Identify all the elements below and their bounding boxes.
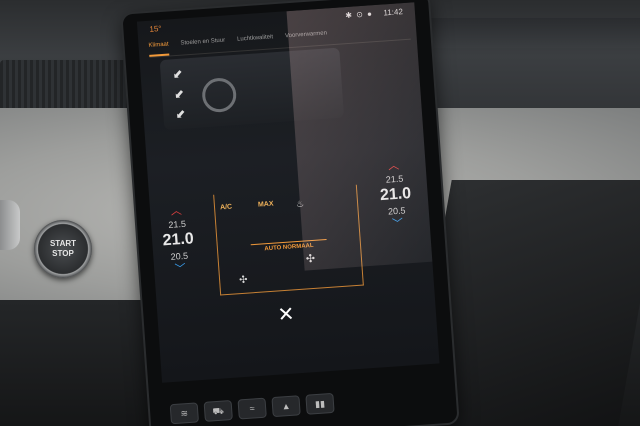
tab-voorverwarmen[interactable]: Voorverwarmen xyxy=(285,30,328,47)
cabin-airflow-view: ⬋ ⬋ ⬋ xyxy=(159,47,345,131)
ac-button[interactable]: A/C xyxy=(220,203,233,211)
steering-wheel-icon xyxy=(201,76,238,114)
stop-label: STOP xyxy=(52,249,74,258)
hazard-icon[interactable]: ▲ xyxy=(271,395,301,418)
tab-klimaat[interactable]: Klimaat xyxy=(148,41,170,57)
steering-column-stalk xyxy=(0,200,20,250)
media-icon[interactable]: ▮▮ xyxy=(305,392,335,415)
clock: 11:42 xyxy=(383,7,404,18)
max-defrost-button[interactable]: MAX xyxy=(258,201,274,209)
status-icons: ✱ ⊙ ● xyxy=(344,9,374,21)
climate-controls: A/C MAX ♨ AUTO NORMAAL ✣ ✣ xyxy=(188,167,366,299)
car-icon[interactable]: ⛟ xyxy=(203,399,233,422)
close-icon[interactable]: ✕ xyxy=(277,301,295,327)
airflow-feet-icon[interactable]: ⬋ xyxy=(175,106,190,122)
airflow-body-icon[interactable]: ⬋ xyxy=(174,86,189,102)
fan-speed-icon[interactable]: ✣ xyxy=(239,275,248,287)
rear-defrost-icon[interactable]: ≋ xyxy=(169,402,199,425)
outside-temperature: 15° xyxy=(149,23,162,34)
car-interior-photo: START STOP 15° ✱ ⊙ ● 11:42 Klimaat Stoel… xyxy=(0,0,640,426)
airflow-face-icon[interactable]: ⬋ xyxy=(172,66,187,82)
hardware-buttons: ≋ ⛟ ≈ ▲ ▮▮ xyxy=(169,376,441,426)
tab-luchtkwaliteit[interactable]: Luchtkwaliteit xyxy=(237,34,274,50)
front-defrost-icon[interactable]: ≈ xyxy=(237,397,267,420)
climate-frame xyxy=(213,184,364,296)
infotainment-display: 15° ✱ ⊙ ● 11:42 Klimaat Stoelen en Stuur… xyxy=(122,0,458,426)
fan-icon[interactable]: ✣ xyxy=(305,252,315,266)
air-vent-left xyxy=(0,60,140,112)
tab-stoelen-en-stuur[interactable]: Stoelen en Stuur xyxy=(180,38,226,55)
start-stop-button[interactable]: START STOP xyxy=(34,220,92,278)
passenger-temp-current: 21.0 xyxy=(379,184,412,205)
seat-heat-icon[interactable]: ♨ xyxy=(296,198,305,210)
chevron-down-icon[interactable]: ﹀ xyxy=(377,217,418,232)
passenger-temperature: ︿ 21.5 21.0 20.5 ﹀ xyxy=(373,159,418,232)
start-label: START xyxy=(49,239,77,248)
touchscreen: 15° ✱ ⊙ ● 11:42 Klimaat Stoelen en Stuur… xyxy=(136,2,440,383)
